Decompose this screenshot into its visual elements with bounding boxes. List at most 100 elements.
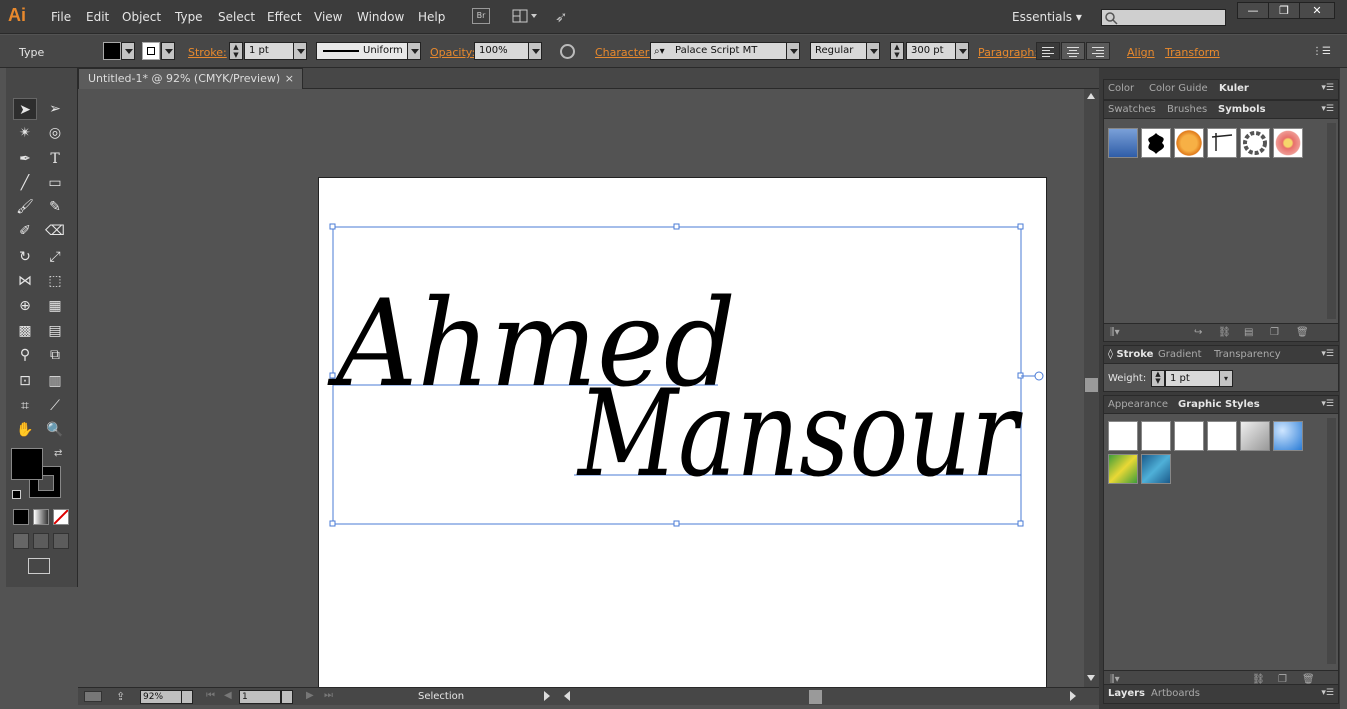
transform-link[interactable]: Transform	[1165, 46, 1220, 59]
graphic-style-swatch[interactable]	[1174, 421, 1204, 451]
swap-fill-stroke-icon[interactable]: ⇄	[54, 448, 62, 459]
stroke-weight-dropdown[interactable]	[293, 42, 307, 60]
align-left-button[interactable]	[1036, 42, 1060, 60]
eyedropper-tool-icon[interactable]: ⚲	[13, 344, 37, 366]
first-artboard-icon[interactable]: ⏮	[206, 690, 215, 701]
text-out-port[interactable]	[1034, 371, 1044, 381]
weight-dropdown[interactable]: ▾	[1219, 370, 1233, 387]
character-label[interactable]: Character:	[595, 46, 653, 59]
shape-builder-tool-icon[interactable]: ⊕	[13, 295, 37, 317]
tab-symbols[interactable]: Symbols	[1218, 104, 1266, 115]
minimize-button[interactable]: —	[1237, 2, 1269, 19]
opacity-arrow[interactable]	[528, 42, 542, 60]
align-right-button[interactable]	[1086, 42, 1110, 60]
tab-color[interactable]: Color	[1108, 83, 1134, 94]
horizontal-scroll-thumb[interactable]	[809, 690, 822, 704]
break-link-icon[interactable]: ⛓	[1218, 327, 1231, 338]
font-family-field[interactable]: ⌕▾ Palace Script MT	[650, 42, 787, 60]
rectangle-tool-icon[interactable]: ▭	[43, 172, 67, 194]
tab-gradient[interactable]: Gradient	[1158, 349, 1202, 360]
document-tab[interactable]: Untitled-1* @ 92% (CMYK/Preview) ×	[78, 68, 303, 89]
paintbrush-tool-icon[interactable]: 🖌	[13, 196, 37, 218]
close-tab-icon[interactable]: ×	[285, 69, 294, 88]
signature-text-object[interactable]: Ahmed Mansour	[78, 89, 1084, 687]
font-size-stepper[interactable]: ▲ ▼	[890, 42, 904, 60]
tab-color-guide[interactable]: Color Guide	[1149, 83, 1208, 94]
magic-wand-tool-icon[interactable]: ✴	[13, 122, 37, 144]
slice-tool-icon[interactable]: ⟋	[43, 395, 67, 417]
place-symbol-icon[interactable]: ↪	[1194, 327, 1202, 338]
tab-stroke[interactable]: ◊ Stroke	[1108, 349, 1153, 360]
search-input[interactable]	[1101, 9, 1226, 26]
font-style-dropdown[interactable]	[866, 42, 880, 60]
tab-layers[interactable]: Layers	[1108, 688, 1145, 699]
status-mode-label[interactable]: Selection	[418, 691, 464, 702]
zoom-field[interactable]: 92%	[140, 690, 182, 704]
zoom-dropdown[interactable]	[181, 690, 193, 704]
tab-kuler[interactable]: Kuler	[1219, 83, 1249, 94]
recolor-artwork-icon[interactable]	[560, 44, 575, 59]
scale-tool-icon[interactable]: ⤢	[43, 246, 67, 268]
font-family-dropdown[interactable]	[786, 42, 800, 60]
fill-dropdown[interactable]	[121, 42, 135, 60]
weight-stepper[interactable]: ▲ ▼	[1151, 370, 1165, 387]
blend-tool-icon[interactable]: ⧉	[43, 344, 67, 366]
menu-type[interactable]: Type	[175, 10, 203, 24]
draw-inside-button[interactable]	[53, 533, 69, 549]
opacity-field[interactable]: 100%	[474, 42, 529, 60]
new-symbol-icon[interactable]: ❐	[1270, 327, 1279, 338]
graphic-style-swatch[interactable]	[1141, 454, 1171, 484]
align-center-button[interactable]	[1061, 42, 1085, 60]
paragraph-label[interactable]: Paragraph:	[978, 46, 1038, 59]
menu-effect[interactable]: Effect	[267, 10, 302, 24]
symbol-options-icon[interactable]: ▤	[1244, 327, 1253, 338]
tab-swatches[interactable]: Swatches	[1108, 104, 1156, 115]
delete-symbol-icon[interactable]: 🗑	[1296, 327, 1309, 338]
share-icon[interactable]: ⇪	[116, 690, 125, 703]
screen-mode-button[interactable]	[28, 558, 50, 574]
weight-field[interactable]: 1 pt	[1165, 370, 1220, 387]
width-tool-icon[interactable]: ⋈	[13, 270, 37, 292]
stroke-weight-stepper[interactable]: ▲ ▼	[229, 42, 243, 60]
font-size-field[interactable]: 300 pt	[906, 42, 956, 60]
menu-select[interactable]: Select	[218, 10, 255, 24]
direct-selection-tool-icon[interactable]: ➢	[43, 98, 67, 120]
lasso-tool-icon[interactable]: ◎	[43, 122, 67, 144]
symbol-sprayer-tool-icon[interactable]: ⊡	[13, 370, 37, 392]
control-panel-menu-icon[interactable]: ⋮☰	[1312, 46, 1331, 57]
panel-menu-icon[interactable]: ▾☰	[1321, 104, 1334, 114]
symbol-swatch[interactable]	[1240, 128, 1270, 158]
perspective-grid-tool-icon[interactable]: ▦	[43, 295, 67, 317]
arrange-documents-icon[interactable]	[512, 9, 540, 24]
symbol-libraries-icon[interactable]: ⫼▾	[1110, 327, 1120, 338]
symbols-scrollbar[interactable]	[1327, 123, 1336, 319]
maximize-button[interactable]: ❐	[1268, 2, 1300, 19]
menu-object[interactable]: Object	[122, 10, 161, 24]
draw-behind-button[interactable]	[33, 533, 49, 549]
eraser-tool-icon[interactable]: ⌫	[43, 220, 67, 242]
stroke-swatch[interactable]	[142, 42, 160, 60]
symbol-swatch[interactable]	[1108, 128, 1138, 158]
graphic-style-swatch[interactable]	[1240, 421, 1270, 451]
stroke-profile-select[interactable]: Uniform	[316, 42, 408, 60]
stroke-label[interactable]: Stroke:	[188, 46, 227, 59]
panel-menu-icon[interactable]: ▾☰	[1321, 349, 1334, 359]
fill-color-box[interactable]	[11, 448, 43, 480]
font-style-field[interactable]: Regular	[810, 42, 867, 60]
stroke-weight-field[interactable]: 1 pt	[244, 42, 294, 60]
menu-view[interactable]: View	[314, 10, 342, 24]
artboard-number-field[interactable]: 1	[239, 690, 281, 704]
stroke-dropdown[interactable]	[161, 42, 175, 60]
free-transform-tool-icon[interactable]: ⬚	[43, 270, 67, 292]
vertical-scrollbar[interactable]	[1084, 89, 1099, 687]
tab-appearance[interactable]: Appearance	[1108, 399, 1168, 410]
workspace-switcher[interactable]: Essentials ▾	[1012, 10, 1082, 24]
align-link[interactable]: Align	[1127, 46, 1155, 59]
gradient-tool-icon[interactable]: ▤	[43, 320, 67, 342]
scroll-left-icon[interactable]	[564, 691, 570, 701]
pencil-tool-icon[interactable]: ✎	[43, 196, 67, 218]
opacity-label[interactable]: Opacity:	[430, 46, 475, 59]
tab-brushes[interactable]: Brushes	[1167, 104, 1207, 115]
artboard-dropdown[interactable]	[281, 690, 293, 704]
graphic-style-swatch[interactable]	[1273, 421, 1303, 451]
